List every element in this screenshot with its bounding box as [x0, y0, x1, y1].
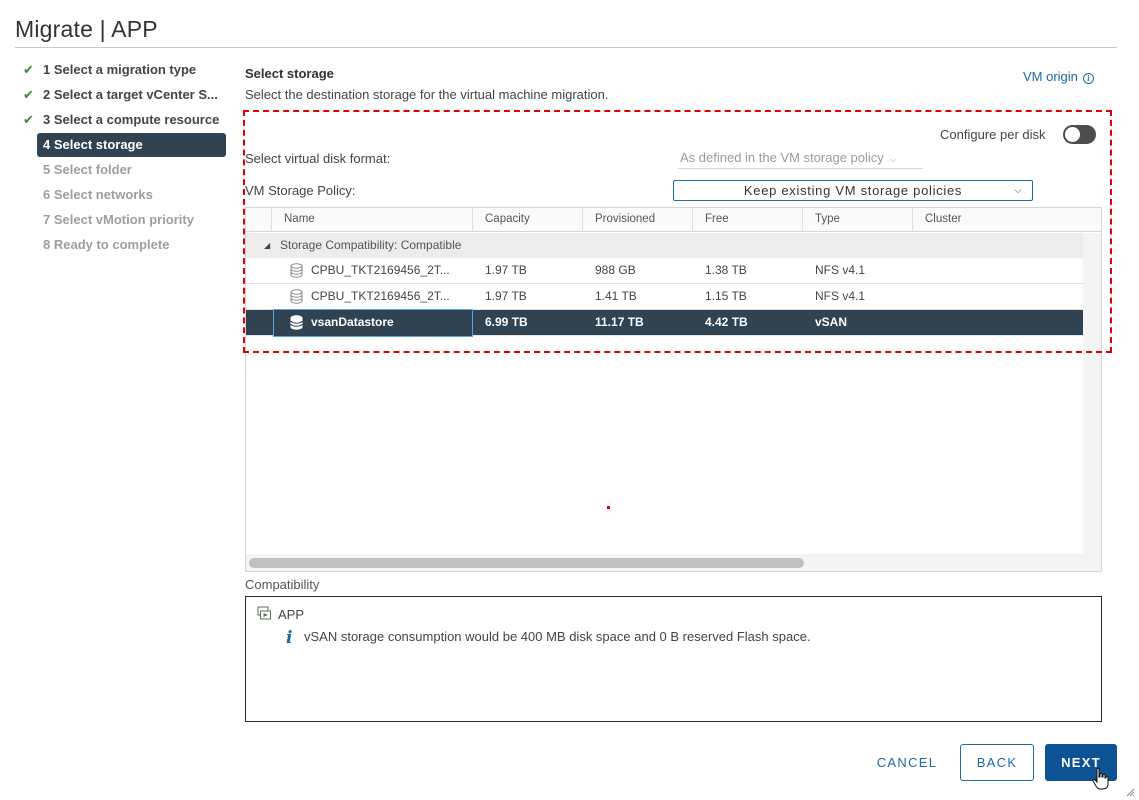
storage-policy-label: VM Storage Policy: [245, 183, 356, 198]
grid-header: Name Capacity Provisioned Free Type Clus… [246, 208, 1101, 232]
step-label: 8 Ready to complete [43, 237, 170, 252]
section-title: Select storage [245, 66, 334, 81]
datastore-icon [290, 315, 303, 330]
collapse-triangle-icon[interactable]: ◢ [264, 233, 270, 258]
vertical-scrollbar[interactable] [1083, 233, 1101, 558]
group-row-compatible[interactable]: ◢ Storage Compatibility: Compatible [246, 233, 1083, 258]
section-description: Select the destination storage for the v… [245, 87, 609, 102]
check-icon: ✔ [23, 62, 34, 77]
table-row-selected[interactable]: vsanDatastore 6.99 TB 11.17 TB 4.42 TB v… [246, 309, 1083, 337]
cell-type: NFS v4.1 [815, 263, 866, 277]
step-label: 4 Select storage [43, 137, 143, 152]
configure-per-disk-toggle[interactable] [1063, 125, 1096, 144]
dialog-title: Migrate | APP [15, 16, 158, 42]
wizard-steps: ✔ 1 Select a migration type ✔ 2 Select a… [22, 58, 228, 258]
chevron-down-icon: ⌵ [889, 154, 897, 164]
title-divider [15, 47, 1117, 48]
step-select-target-vcenter[interactable]: ✔ 2 Select a target vCenter S... [22, 83, 228, 108]
step-select-networks: 6 Select networks [22, 183, 228, 208]
disk-format-label: Select virtual disk format: [245, 151, 391, 166]
disk-format-select[interactable]: As defined in the VM storage policy ⌵ [678, 148, 923, 169]
cell-capacity: 6.99 TB [485, 315, 528, 329]
cell-name: vsanDatastore [311, 315, 394, 329]
cell-cluster [925, 284, 1075, 310]
cell-cluster [925, 310, 1075, 336]
table-row[interactable]: CPBU_TKT2169456_2T... 1.97 TB 988 GB 1.3… [246, 258, 1083, 284]
datastore-icon [290, 263, 303, 278]
compatibility-message: vSAN storage consumption would be 400 MB… [304, 629, 811, 644]
step-label: 5 Select folder [43, 162, 132, 177]
datastore-grid: Name Capacity Provisioned Free Type Clus… [245, 207, 1102, 572]
scrollbar-thumb[interactable] [249, 558, 804, 568]
cell-cluster [925, 258, 1075, 284]
step-select-storage[interactable]: 4 Select storage [37, 133, 226, 157]
column-header-free[interactable]: Free [692, 208, 802, 232]
step-select-folder: 5 Select folder [22, 158, 228, 183]
step-label: 7 Select vMotion priority [43, 212, 194, 227]
storage-policy-select[interactable]: Keep existing VM storage policies ⌵ [673, 180, 1033, 201]
compatibility-label: Compatibility [245, 577, 320, 592]
info-icon: i [1082, 73, 1094, 84]
cell-provisioned: 11.17 TB [595, 315, 644, 329]
step-label: 2 Select a target vCenter S... [43, 87, 218, 102]
vm-origin-link[interactable]: VM origin i [1023, 69, 1094, 84]
cell-capacity: 1.97 TB [485, 289, 527, 303]
step-label: 1 Select a migration type [43, 62, 197, 77]
cell-type: vSAN [815, 315, 848, 329]
resize-grip-icon[interactable] [1126, 788, 1135, 797]
cell-name: CPBU_TKT2169456_2T... [311, 263, 450, 277]
cell-capacity: 1.97 TB [485, 263, 527, 277]
info-icon: i [286, 628, 293, 648]
column-header-type[interactable]: Type [802, 208, 912, 232]
cell-free: 1.38 TB [705, 263, 747, 277]
cell-free: 1.15 TB [705, 289, 747, 303]
vm-origin-label: VM origin [1023, 69, 1078, 84]
step-select-vmotion-priority: 7 Select vMotion priority [22, 208, 228, 233]
cell-type: NFS v4.1 [815, 289, 866, 303]
cell-provisioned: 988 GB [595, 263, 636, 277]
storage-policy-value: Keep existing VM storage policies [743, 183, 963, 198]
cell-provisioned: 1.41 TB [595, 289, 637, 303]
compatibility-vm-name: APP [278, 607, 305, 622]
toggle-knob [1065, 127, 1080, 142]
column-header-provisioned[interactable]: Provisioned [582, 208, 692, 232]
cell-free: 4.42 TB [705, 315, 748, 329]
cursor-dot [607, 506, 610, 509]
chevron-down-icon: ⌵ [1014, 185, 1022, 195]
step-ready-to-complete: 8 Ready to complete [22, 233, 228, 258]
check-icon: ✔ [23, 87, 34, 102]
vm-icon [257, 606, 271, 620]
column-header-capacity[interactable]: Capacity [472, 208, 582, 232]
configure-per-disk-label: Configure per disk [940, 127, 1046, 142]
check-icon: ✔ [23, 112, 34, 127]
step-select-migration-type[interactable]: ✔ 1 Select a migration type [22, 58, 228, 83]
cancel-button[interactable]: CANCEL [866, 744, 948, 781]
hand-cursor-icon [1092, 767, 1109, 790]
cell-name: CPBU_TKT2169456_2T... [311, 289, 450, 303]
disk-format-value: As defined in the VM storage policy [680, 150, 884, 165]
group-label: Storage Compatibility: Compatible [280, 238, 462, 252]
column-header-name[interactable]: Name [271, 208, 472, 232]
compatibility-panel: APP i vSAN storage consumption would be … [245, 596, 1102, 722]
step-label: 6 Select networks [43, 187, 153, 202]
horizontal-scrollbar[interactable] [246, 554, 1101, 571]
step-label: 3 Select a compute resource [43, 112, 220, 127]
step-select-compute-resource[interactable]: ✔ 3 Select a compute resource [22, 108, 228, 133]
datastore-icon [290, 289, 303, 304]
back-button[interactable]: BACK [960, 744, 1034, 781]
column-header-cluster[interactable]: Cluster [912, 208, 1101, 232]
table-row[interactable]: CPBU_TKT2169456_2T... 1.97 TB 1.41 TB 1.… [246, 284, 1083, 310]
